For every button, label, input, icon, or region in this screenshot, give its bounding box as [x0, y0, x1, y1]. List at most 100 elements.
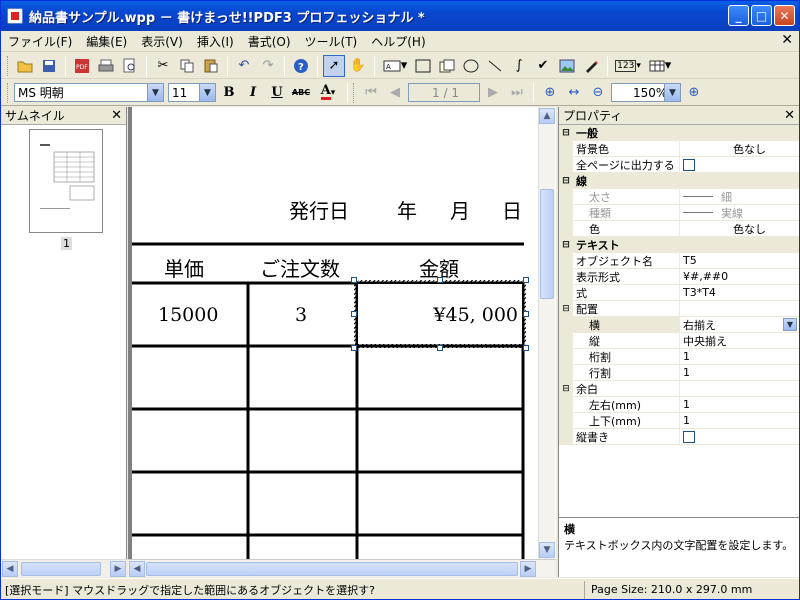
paste-icon[interactable] — [200, 55, 222, 77]
prop-row-line-width[interactable]: 太さ 細 — [559, 188, 799, 205]
table-tool-icon[interactable]: ▾ — [645, 55, 675, 77]
chevron-down-icon[interactable]: ▼ — [147, 84, 163, 101]
redo-icon[interactable]: ↷ — [257, 55, 279, 77]
prop-row-margin[interactable]: ⊟ 余白 — [559, 380, 799, 397]
marker-tool-icon[interactable] — [580, 55, 602, 77]
selection-handle[interactable] — [437, 345, 443, 351]
open-icon[interactable] — [14, 55, 36, 77]
prop-row-margin-tb[interactable]: 上下(mm) 1 — [559, 412, 799, 429]
document-hscrollbar[interactable]: ◀ ▶ — [128, 559, 556, 577]
check-tool-icon[interactable]: ✔ — [532, 55, 554, 77]
toolbar-grip-3[interactable] — [353, 82, 356, 103]
bold-button[interactable]: B — [218, 82, 240, 104]
selection-handle[interactable] — [351, 311, 357, 317]
stamp-tool-icon[interactable] — [436, 55, 458, 77]
prop-row-line-type[interactable]: 種類 実線 — [559, 204, 799, 221]
page-thumbnail[interactable] — [29, 129, 103, 233]
collapse-icon[interactable]: ⊟ — [559, 380, 573, 397]
last-page-icon[interactable]: ⏭ — [506, 82, 528, 104]
selection-handle[interactable] — [523, 311, 529, 317]
document-close-icon[interactable]: ✕ — [781, 32, 793, 48]
scroll-right-icon[interactable]: ▶ — [520, 561, 536, 577]
collapse-icon[interactable]: ⊟ — [559, 300, 573, 317]
prop-value[interactable]: 1 — [679, 396, 799, 413]
prev-page-icon[interactable]: ◀ — [384, 82, 406, 104]
scroll-left-icon[interactable]: ◀ — [2, 561, 18, 577]
prop-value[interactable]: T3*T4 — [679, 284, 799, 301]
prop-value[interactable]: 色なし — [679, 140, 799, 157]
font-size-select[interactable]: 11 ▼ — [168, 83, 216, 102]
prop-value[interactable]: 1 — [679, 348, 799, 365]
prop-row-format[interactable]: 表示形式 ¥#,##0 — [559, 268, 799, 285]
all-pages-checkbox[interactable] — [683, 158, 695, 171]
chevron-down-icon[interactable]: ▼ — [664, 84, 680, 101]
document-hscroll-thumb[interactable] — [146, 562, 518, 576]
line-spacing-icon[interactable]: 123 ▾ — [613, 55, 643, 77]
page-indicator[interactable]: 1 / 1 — [408, 83, 480, 102]
first-page-icon[interactable]: ⏮ — [360, 82, 382, 104]
close-icon[interactable]: ✕ — [784, 108, 795, 123]
fit-width-icon[interactable]: ↔ — [563, 82, 585, 104]
selection-handle[interactable] — [351, 345, 357, 351]
close-button[interactable]: ✕ — [774, 5, 795, 26]
header-unit-price[interactable]: 単価 — [164, 253, 204, 282]
vertical-writing-checkbox[interactable] — [683, 430, 695, 443]
menu-tools[interactable]: ツール(T) — [298, 33, 365, 50]
cell-amount[interactable]: ¥45, 000 — [433, 304, 518, 326]
prop-row-margin-lr[interactable]: 左右(mm) 1 — [559, 396, 799, 413]
document-page[interactable]: 発行日 年 月 日 単価 ご注文数 金額 15000 3 ¥45, 000 — [132, 107, 556, 559]
collapse-icon[interactable]: ⊟ — [559, 124, 573, 141]
print-icon[interactable] — [95, 55, 117, 77]
thumbnail-hscrollbar[interactable]: ◀ ▶ — [1, 559, 127, 577]
prop-row-vertical-writing[interactable]: 縦書き — [559, 428, 799, 445]
rectangle-tool-icon[interactable] — [412, 55, 434, 77]
font-name-select[interactable]: MS 明朝 ▼ — [14, 83, 164, 102]
hand-tool-icon[interactable]: ✋ — [347, 55, 369, 77]
menu-format[interactable]: 書式(O) — [241, 33, 298, 50]
prop-row-all-pages[interactable]: 全ページに出力する — [559, 156, 799, 173]
prop-category-text[interactable]: ⊟ テキスト — [559, 236, 799, 253]
toolbar-grip-2[interactable] — [7, 82, 10, 103]
header-quantity[interactable]: ご注文数 — [260, 253, 340, 282]
menu-insert[interactable]: 挿入(I) — [190, 33, 241, 50]
image-tool-icon[interactable] — [556, 55, 578, 77]
prop-category-general[interactable]: ⊟ 一般 — [559, 124, 799, 141]
ellipse-tool-icon[interactable] — [460, 55, 482, 77]
select-pointer-icon[interactable]: ➚ — [323, 54, 345, 77]
line-tool-icon[interactable] — [484, 55, 506, 77]
title-bar[interactable]: 納品書サンプル.wpp － 書けまっせ!!PDF3 プロフェッショナル * _ … — [1, 1, 799, 31]
fit-page-icon[interactable]: ⊕ — [539, 82, 561, 104]
horizontal-align-select[interactable]: 右揃え ▼ — [679, 316, 799, 333]
prop-row-object-name[interactable]: オブジェクト名 T5 — [559, 252, 799, 269]
minimize-button[interactable]: _ — [728, 5, 749, 26]
save-icon[interactable] — [38, 55, 60, 77]
chevron-down-icon[interactable]: ▼ — [783, 318, 797, 331]
selection-handle[interactable] — [523, 277, 529, 283]
prop-value[interactable]: 1 — [679, 412, 799, 429]
prop-value[interactable]: ¥#,##0 — [679, 268, 799, 285]
prop-value[interactable] — [679, 156, 799, 173]
print-preview-icon[interactable] — [119, 55, 141, 77]
prop-row-alignment[interactable]: ⊟ 配置 — [559, 300, 799, 317]
chevron-down-icon[interactable]: ▼ — [199, 84, 215, 101]
zoom-in-icon[interactable]: ⊕ — [683, 82, 705, 104]
scroll-left-icon[interactable]: ◀ — [129, 561, 145, 577]
collapse-icon[interactable]: ⊟ — [559, 172, 573, 189]
font-color-button[interactable]: A ▾ — [314, 82, 342, 104]
prop-row-vertical[interactable]: 縦 中央揃え — [559, 332, 799, 349]
help-icon[interactable]: ? — [290, 55, 312, 77]
pdf-icon[interactable]: PDF — [71, 55, 93, 77]
scroll-down-icon[interactable]: ▼ — [539, 542, 555, 558]
selected-amount-textbox[interactable]: ¥45, 000 — [354, 280, 526, 348]
cell-unit-price[interactable]: 15000 — [158, 304, 218, 326]
close-icon[interactable]: ✕ — [111, 108, 122, 123]
selection-handle[interactable] — [437, 277, 443, 283]
menu-view[interactable]: 表示(V) — [134, 33, 190, 50]
document-canvas[interactable]: 発行日 年 月 日 単価 ご注文数 金額 15000 3 ¥45, 000 — [128, 107, 556, 559]
prop-value[interactable]: 細 — [679, 188, 799, 205]
collapse-icon[interactable]: ⊟ — [559, 236, 573, 253]
selection-handle[interactable] — [351, 277, 357, 283]
prop-row-bg-color[interactable]: 背景色 色なし — [559, 140, 799, 157]
copy-icon[interactable] — [176, 55, 198, 77]
toolbar-grip[interactable] — [7, 55, 10, 76]
